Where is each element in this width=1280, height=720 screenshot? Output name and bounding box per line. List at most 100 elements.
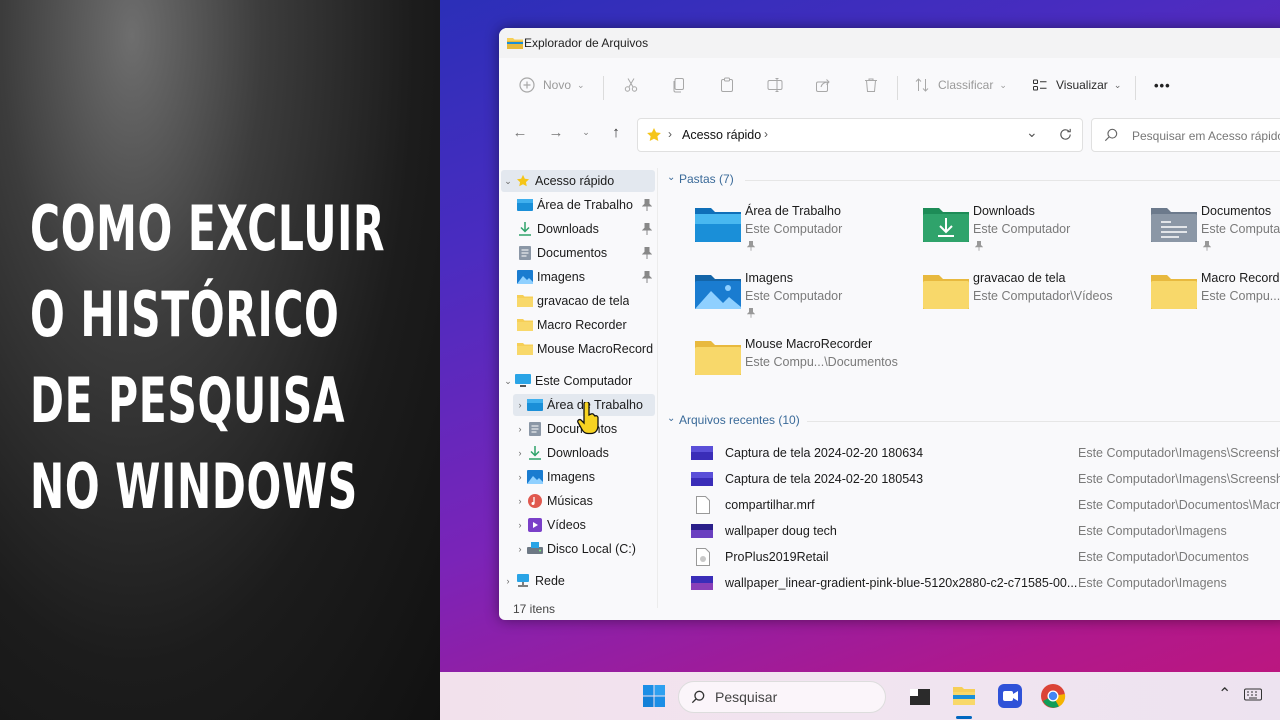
folder-icon xyxy=(517,295,533,307)
sidebar-item-local-disk[interactable]: › Disco Local (C:) xyxy=(513,538,655,560)
cut-button[interactable] xyxy=(623,68,639,102)
chevron-down-icon[interactable]: ⌄ xyxy=(667,413,675,424)
sidebar-item-network[interactable]: › Rede xyxy=(501,570,655,592)
sidebar-item-pc-images[interactable]: › Imagens xyxy=(513,466,655,488)
chevron-right-icon[interactable]: › xyxy=(513,400,527,410)
rename-icon xyxy=(767,78,783,92)
recent-file-row[interactable]: Captura de tela 2024-02-20 180543 Este C… xyxy=(691,468,1280,490)
sidebar-item-downloads[interactable]: Downloads xyxy=(517,218,655,240)
sidebar-item-pc-videos[interactable]: › Vídeos xyxy=(513,514,655,536)
pin-icon xyxy=(642,247,652,259)
drive-icon xyxy=(527,542,543,554)
video-call-app-icon[interactable] xyxy=(996,682,1024,710)
address-row: ← → ⌄ ↑ › Acesso rápido › ⌄ Pesquisar em… xyxy=(499,116,1280,154)
desktop-folder-icon xyxy=(695,208,741,242)
new-button[interactable]: Novo ⌄ xyxy=(519,68,585,102)
new-button-label: Novo xyxy=(543,78,572,92)
taskbar-search-input[interactable]: Pesquisar xyxy=(678,681,886,713)
chevron-down-icon[interactable]: ⌄ xyxy=(667,172,675,183)
sidebar-item-macro-recorder[interactable]: Macro Recorder xyxy=(517,314,655,336)
sidebar-item-images[interactable]: Imagens xyxy=(517,266,655,288)
sidebar-item-pc-music[interactable]: › Músicas xyxy=(513,490,655,512)
chevron-down-icon[interactable]: ⌄ xyxy=(501,376,515,387)
sidebar-item-pc-downloads[interactable]: › Downloads xyxy=(513,442,655,464)
folder-tile[interactable]: Imagens Este Computador xyxy=(695,271,915,327)
document-icon xyxy=(529,422,541,436)
windows-start-icon[interactable] xyxy=(640,682,668,710)
chevron-right-icon[interactable]: › xyxy=(513,472,527,482)
folder-tile[interactable]: Mouse MacroRecorder Este Compu...\Docume… xyxy=(695,337,915,393)
sidebar-item-label: Área de Trabalho xyxy=(537,198,633,212)
chevron-right-icon[interactable]: › xyxy=(513,544,527,554)
chevron-up-icon[interactable]: ⌃ xyxy=(1218,684,1231,704)
more-options-button[interactable]: ••• xyxy=(1154,68,1171,102)
recent-file-location: Este Computador\Documentos xyxy=(1078,550,1249,564)
recent-files-group-header[interactable]: Arquivos recentes (10) xyxy=(679,413,800,427)
recent-file-row[interactable]: compartilhar.mrf Este Computador\Documen… xyxy=(691,494,1280,516)
chevron-down-icon: ⌄ xyxy=(577,79,585,90)
search-input[interactable]: Pesquisar em Acesso rápido xyxy=(1091,118,1280,152)
toolbar-divider xyxy=(897,76,898,100)
sidebar-item-label: Downloads xyxy=(537,222,599,236)
sort-button[interactable]: Classificar ⌄ xyxy=(914,68,1007,102)
sidebar-item-documents[interactable]: Documentos xyxy=(517,242,655,264)
recent-file-row[interactable]: ProPlus2019Retail Este Computador\Docume… xyxy=(691,546,1280,568)
refresh-icon[interactable] xyxy=(1058,127,1073,142)
folder-tile[interactable]: Macro Recorder Este Compu...\ xyxy=(1151,271,1280,327)
title-bar[interactable]: Explorador de Arquivos xyxy=(499,28,1280,58)
recent-file-row[interactable]: wallpaper_linear-gradient-pink-blue-5120… xyxy=(691,572,1280,594)
pin-icon xyxy=(747,241,755,251)
folder-tile[interactable]: Documentos Este Computador xyxy=(1151,204,1280,260)
address-bar[interactable]: › Acesso rápido › ⌄ xyxy=(637,118,1083,152)
file-explorer-taskbar-icon[interactable] xyxy=(950,682,978,710)
sidebar-item-gravacao-de-tela[interactable]: gravacao de tela xyxy=(517,290,655,312)
sidebar-item-label: Documentos xyxy=(537,246,608,260)
image-icon xyxy=(517,270,533,284)
chevron-down-icon[interactable]: ⌄ xyxy=(501,176,515,187)
view-button-label: Visualizar xyxy=(1056,78,1108,92)
chevron-right-icon[interactable]: › xyxy=(513,424,527,434)
terminal-app-icon[interactable] xyxy=(906,682,934,710)
sidebar-item-desktop[interactable]: Área de Trabalho xyxy=(517,194,655,216)
folder-tile[interactable]: gravacao de tela Este Computador\Vídeos xyxy=(923,271,1143,327)
sidebar-item-this-pc[interactable]: ⌄ Este Computador xyxy=(501,370,655,392)
share-button[interactable] xyxy=(815,68,831,102)
recent-file-row[interactable]: wallpaper doug tech Este Computador\Imag… xyxy=(691,520,1280,542)
recent-locations-button[interactable]: ⌄ xyxy=(576,122,596,142)
copy-button[interactable] xyxy=(671,68,687,102)
tile-location: Este Computador xyxy=(745,289,843,303)
chevron-right-icon[interactable]: › xyxy=(501,576,515,586)
chevron-right-icon[interactable]: › xyxy=(513,496,527,506)
sidebar-item-mouse-macrorecorder[interactable]: Mouse MacroRecorder xyxy=(517,338,655,360)
folders-group-header[interactable]: Pastas (7) xyxy=(679,172,734,186)
keyboard-icon[interactable] xyxy=(1244,688,1262,702)
share-icon xyxy=(816,79,830,92)
chevron-down-icon[interactable]: ⌄ xyxy=(1026,124,1038,141)
pin-icon xyxy=(642,271,652,283)
hand-cursor-icon xyxy=(577,402,599,435)
recent-file-row[interactable]: Captura de tela 2024-02-20 180634 Este C… xyxy=(691,442,1280,464)
tile-location: Este Computador xyxy=(1201,222,1280,236)
tile-name: Área de Trabalho xyxy=(745,204,841,218)
rename-button[interactable] xyxy=(767,68,783,102)
view-button[interactable]: Visualizar ⌄ xyxy=(1032,68,1121,102)
back-button[interactable]: ← xyxy=(510,122,530,142)
paste-button[interactable] xyxy=(719,68,735,102)
sidebar-item-quick-access[interactable]: ⌄ Acesso rápido xyxy=(501,170,655,192)
up-button[interactable]: ↑ xyxy=(606,122,626,142)
recent-file-location: Este Computador\Imagens xyxy=(1078,576,1227,590)
chevron-right-icon[interactable]: › xyxy=(513,448,527,458)
toolbar-divider xyxy=(1135,76,1136,100)
image-icon xyxy=(527,470,543,484)
recent-file-name: wallpaper_linear-gradient-pink-blue-5120… xyxy=(725,576,1078,590)
delete-button[interactable] xyxy=(863,68,879,102)
recent-file-name: Captura de tela 2024-02-20 180543 xyxy=(725,472,924,486)
chevron-right-icon[interactable]: › xyxy=(513,520,527,530)
chrome-icon[interactable] xyxy=(1039,682,1067,710)
breadcrumb-separator-icon: › xyxy=(668,127,672,141)
folder-tile[interactable]: Downloads Este Computador xyxy=(923,204,1143,260)
sidebar-item-label: Macro Recorder xyxy=(537,318,627,332)
folder-tile[interactable]: Área de Trabalho Este Computador xyxy=(695,204,915,260)
forward-button[interactable]: → xyxy=(546,122,566,142)
sidebar-item-label: Músicas xyxy=(547,494,593,508)
